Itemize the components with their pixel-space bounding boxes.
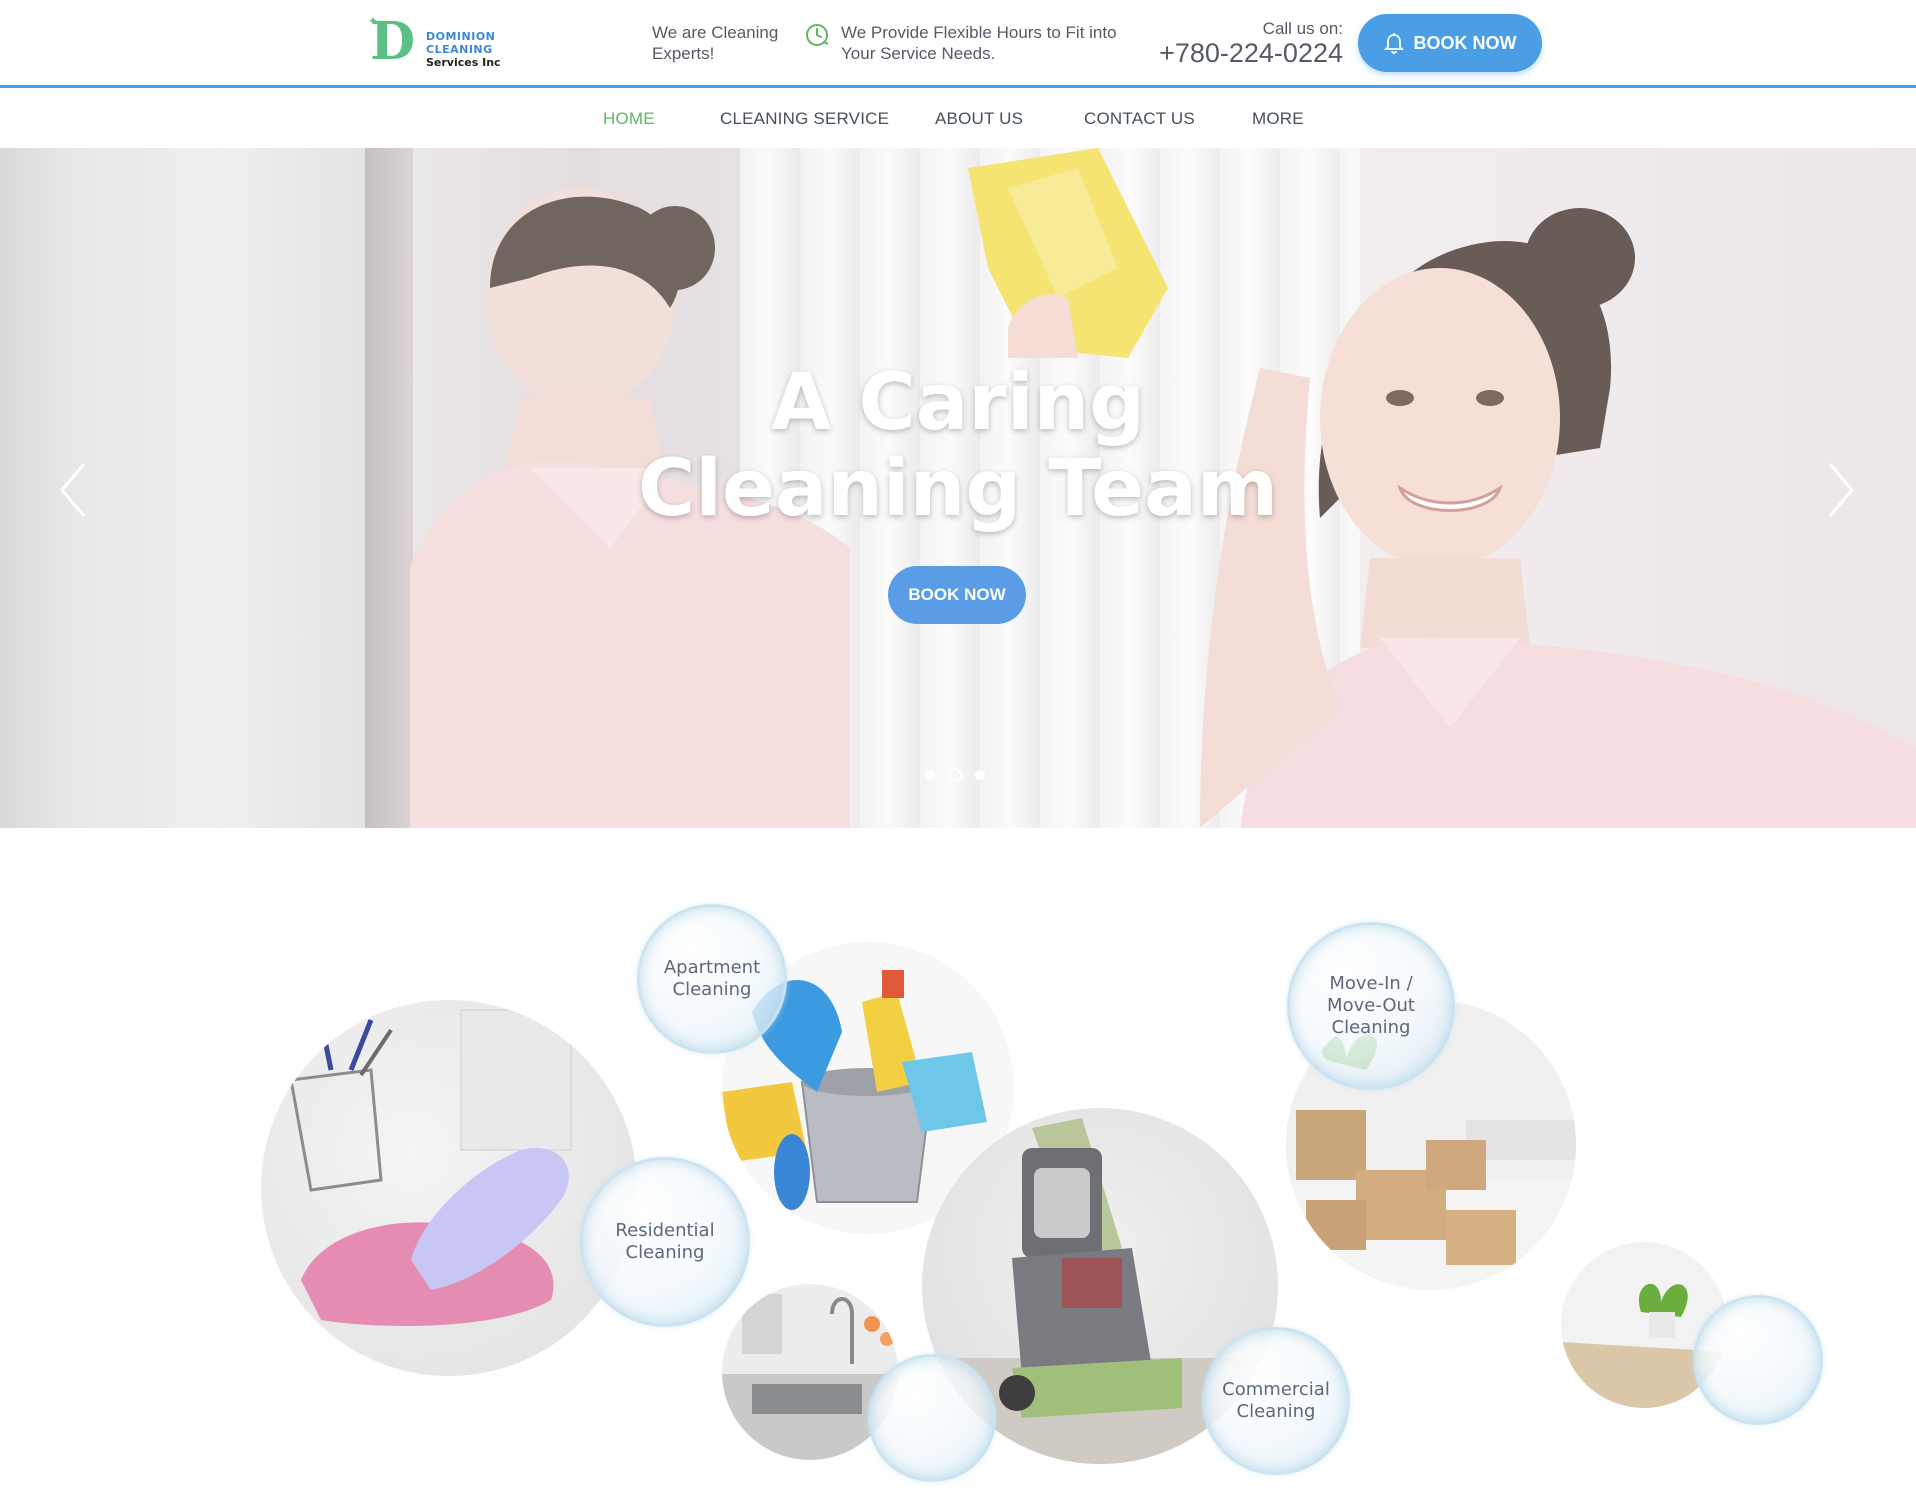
services-section: Apartment Cleaning Residential Cleaning … <box>0 828 1916 1503</box>
slider-dots <box>925 768 985 782</box>
nav-item-contact-us[interactable]: CONTACT US <box>1084 109 1195 129</box>
service-label-apartment: Apartment Cleaning <box>663 957 761 1000</box>
nav-item-more[interactable]: MORE <box>1252 109 1304 129</box>
bubble-commercial-cleaning[interactable]: Commercial Cleaning <box>1202 1327 1350 1475</box>
logo-text-line3: Services Inc <box>426 56 501 69</box>
nav-item-about-us[interactable]: ABOUT US <box>935 109 1023 129</box>
book-now-button-hero[interactable]: BOOK NOW <box>888 566 1026 624</box>
call-us-label: Call us on: <box>1262 19 1343 38</box>
bubble-decorative-1 <box>868 1354 996 1482</box>
hero-slider: A Caring Cleaning Team BOOK NOW <box>0 148 1916 828</box>
bubble-move-in-move-out[interactable]: Move-In / Move-Out Cleaning <box>1287 922 1455 1090</box>
book-now-button-header[interactable]: BOOK NOW <box>1358 14 1542 72</box>
gloved-hand-image <box>289 1009 572 1326</box>
hero-title-line1: A Caring <box>771 358 1145 448</box>
hero-title: A Caring Cleaning Team <box>608 360 1308 532</box>
nav-item-home[interactable]: HOME <box>603 109 655 129</box>
bell-icon <box>1383 33 1404 54</box>
service-label-commercial: Commercial Cleaning <box>1222 1379 1330 1422</box>
chevron-left-icon[interactable] <box>56 460 90 520</box>
tagline-cleaning-experts: We are Cleaning Experts! <box>652 23 779 63</box>
service-label-residential: Residential Cleaning <box>615 1220 715 1263</box>
bubble-apartment-cleaning[interactable]: Apartment Cleaning <box>637 904 787 1054</box>
book-now-label: BOOK NOW <box>1413 32 1517 53</box>
slider-dot-2-active[interactable] <box>948 768 962 782</box>
logo-text-line2: CLEANING <box>426 43 493 56</box>
tagline-flexible-hours: We Provide Flexible Hours to Fit into Yo… <box>841 23 1117 63</box>
company-logo[interactable]: ✦ D DOMINION CLEANING Services Inc <box>368 11 510 72</box>
logo-text-line1: DOMINION <box>426 30 496 43</box>
hero-title-line2: Cleaning Team <box>638 444 1278 534</box>
residential-cleaning-photo[interactable] <box>261 1000 637 1376</box>
main-navigation: HOME CLEANING SERVICE ABOUT US CONTACT U… <box>0 88 1916 148</box>
service-label-move-in-out: Move-In / Move-Out Cleaning <box>1327 973 1415 1038</box>
clock-icon <box>806 24 829 46</box>
bubble-residential-cleaning[interactable]: Residential Cleaning <box>580 1157 750 1327</box>
phone-number[interactable]: +780-224-0224 <box>1150 38 1343 69</box>
nav-item-cleaning-service[interactable]: CLEANING SERVICE <box>720 109 889 129</box>
logo-letter: D <box>370 11 416 72</box>
slider-dot-1[interactable] <box>925 770 935 780</box>
chevron-right-icon[interactable] <box>1824 460 1858 520</box>
slider-dot-3[interactable] <box>975 770 985 780</box>
bubble-decorative-2 <box>1693 1295 1823 1425</box>
site-header: ✦ D DOMINION CLEANING Services Inc We ar… <box>0 0 1916 88</box>
